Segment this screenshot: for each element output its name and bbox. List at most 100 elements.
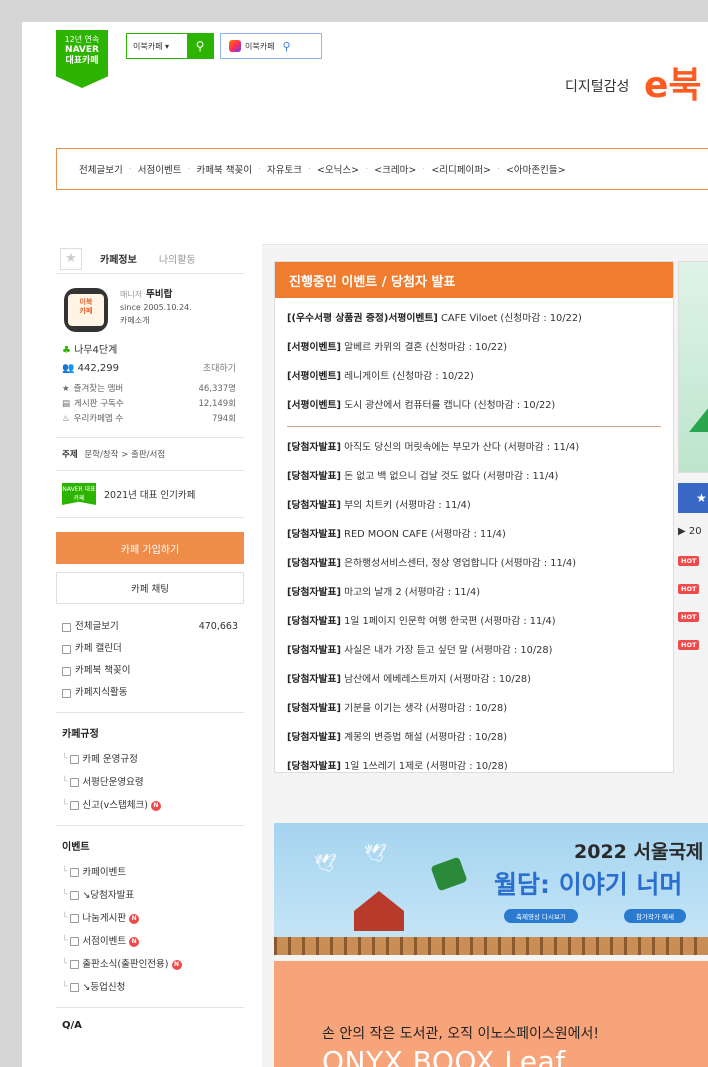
winner-item[interactable]: [당첨자발표] 기분을 이기는 생각 (서평마감 : 10/28) [287, 694, 661, 723]
winner-tag: [당첨자발표] [287, 616, 342, 627]
book-festival-banner[interactable]: 🕊 🕊 2022 서울국제 월담: 이야기 너머 축제영상 다시보기 참가작가 … [274, 823, 708, 955]
board-link[interactable]: └ 신고(v스탭체크) N [62, 794, 238, 817]
board-label: 서점이벤트 [82, 936, 127, 947]
top-menu-item[interactable]: 카페북 책꽂이 [196, 162, 251, 176]
left-sidebar: ★ 카페정보 나의활동 이북 카페 매니저 뚜비랍 since 2005.10.24… [56, 244, 244, 1039]
tab-cafe-info[interactable]: 카페정보 [100, 251, 137, 266]
manager-name[interactable]: 뚜비랍 [146, 289, 172, 300]
board-link[interactable]: └ 출판소식(출판인전용) N [62, 953, 238, 976]
winner-item[interactable]: [당첨자발표] 계몽의 변증법 해설 (서평마감 : 10/28) [287, 723, 661, 752]
top-menu-item[interactable]: 자유토크 [267, 162, 302, 176]
cafe-page: 12년 연속 NAVER 대표카페 이북카페 ▾ ⚲ 이북카페 ⚲ 디지털감성 … [22, 22, 708, 1067]
board-link[interactable]: └ 서평단운영요령 [62, 771, 238, 794]
hot-row[interactable]: HOT [678, 539, 708, 567]
winner-item[interactable]: [당첨자발표] 1일 1페이지 인문학 여행 한국편 (서평마감 : 11/4) [287, 607, 661, 636]
flying-book-icon [430, 856, 468, 892]
stat-label-text: 즐겨찾는 멤버 [73, 384, 124, 394]
right-date: ▶ 20 [678, 526, 702, 537]
popular-cafe-text: 2021년 대표 인기카페 [104, 490, 196, 501]
stat-row: ★ 즐겨찾는 멤버 46,337명 [62, 382, 244, 397]
winner-item[interactable]: [당첨자발표] 1일 1쓰레기 1제로 (서평마감 : 10/28) [287, 752, 661, 781]
winner-title: 마고의 날개 2 (서평마감 : 11/4) [341, 587, 481, 598]
stat-icon: ♨ [62, 414, 70, 424]
board-icon [62, 688, 71, 698]
cafe-logo[interactable]: e북 [644, 66, 702, 106]
event-item[interactable]: [(우수서평 상품권 증정)서평이벤트] CAFE Viloet (신청마감 :… [287, 304, 661, 333]
sidebar-menu-item[interactable]: 카페북 책꽂이 [62, 660, 238, 682]
winner-item[interactable]: [당첨자발표] 마고의 날개 2 (서평마감 : 11/4) [287, 578, 661, 607]
board-link[interactable]: └ 서점이벤트 N [62, 930, 238, 953]
member-count-row: 👥 442,299 초대하기 [56, 360, 244, 382]
winner-item[interactable]: [당첨자발표] 사실은 내가 가장 듣고 싶던 말 (서평마감 : 10/28) [287, 636, 661, 665]
search-icon[interactable]: ⚲ [282, 40, 290, 53]
top-menu-item[interactable]: <리디페이퍼> [431, 162, 491, 176]
members-icon: 👥 [62, 363, 75, 374]
festival-replay-button[interactable]: 축제영상 다시보기 [504, 909, 578, 923]
stat-label-text: 우리카페앱 수 [73, 414, 124, 424]
cafe-search-box[interactable]: 이북카페 ▾ ⚲ [126, 33, 214, 59]
board-link[interactable]: └ 나눔게시판 N [62, 907, 238, 930]
event-item[interactable]: [서평이벤트] 도시 광산에서 컴퓨터를 캡니다 (신청마감 : 10/22) [287, 391, 661, 420]
stat-label: ▤ 게시판 구독수 [62, 397, 124, 412]
top-menu-item[interactable]: <아마존킨들> [506, 162, 566, 176]
winner-item[interactable]: [당첨자발표] 은하행성서비스센터, 정상 영업합니다 (서평마감 : 11/4… [287, 549, 661, 578]
new-badge-icon: N [129, 913, 140, 924]
stat-icon: ★ [62, 384, 70, 394]
avatar-label: 이북 카페 [68, 294, 104, 326]
search-icon[interactable]: ⚲ [187, 34, 213, 58]
hot-badges: HOT HOT HOT HOT [678, 539, 708, 651]
hot-row[interactable]: HOT [678, 623, 708, 651]
winner-item[interactable]: [당첨자발표] 아직도 당신의 머릿속에는 부모가 산다 (서평마감 : 11/… [287, 433, 661, 462]
winner-item[interactable]: [당첨자발표] 남산에서 에베레스트까지 (서평마감 : 10/28) [287, 665, 661, 694]
top-menu-item[interactable]: <크레마> [374, 162, 416, 176]
top-menu-item[interactable]: 전체글보기 [79, 162, 123, 176]
house-illustration [354, 891, 404, 931]
onyx-ad-banner[interactable]: 손 안의 작은 도서관, 오직 이노스페이스원에서! ONYX BOOX Lea… [274, 961, 708, 1067]
right-blue-bar[interactable]: ★ [678, 483, 708, 513]
board-icon [70, 778, 80, 787]
board-link[interactable]: └ ↘등업신청 [62, 976, 238, 999]
invite-link[interactable]: 초대하기 [203, 360, 236, 378]
hot-row[interactable]: HOT [678, 567, 708, 595]
event-item[interactable]: [서평이벤트] 알베르 카뮈의 결혼 (신청마감 : 10/22) [287, 333, 661, 362]
top-menu-item[interactable]: 서점이벤트 [138, 162, 182, 176]
right-banner-image[interactable] [678, 261, 708, 473]
winner-title: 기분을 이기는 생각 (서평마감 : 10/28) [341, 703, 508, 714]
cafe-intro-link[interactable]: 카페소개 [120, 314, 192, 327]
board-icon [70, 755, 80, 764]
winner-item[interactable]: [당첨자발표] 돈 없고 백 없으니 겁날 것도 없다 (서평마감 : 11/4… [287, 462, 661, 491]
hot-badge: HOT [678, 584, 700, 594]
winner-item[interactable]: [당첨자발표] 부의 치트키 (서평마감 : 11/4) [287, 491, 661, 520]
cafe-chat-button[interactable]: 카페 채팅 [56, 572, 244, 604]
onyx-ad-line2: ONYX BOOX Leaf [322, 1045, 566, 1067]
winner-tag: [당첨자발표] [287, 442, 342, 453]
top-menu-item[interactable]: <오닉스> [317, 162, 359, 176]
naver-cafe-badge[interactable]: 12년 연속 NAVER 대표카페 [56, 30, 108, 88]
rules-list: └ 카페 운영규정 └ 서평단운영요령 └ 신고(v스탭체크) N [56, 748, 244, 826]
join-cafe-button[interactable]: 카페 가입하기 [56, 532, 244, 564]
board-link[interactable]: └ ↘당첨자발표 [62, 884, 238, 907]
ebook-search-box[interactable]: 이북카페 ⚲ [220, 33, 322, 59]
search-scope-select[interactable]: 이북카페 ▾ [127, 34, 187, 58]
event-item[interactable]: [서평이벤트] 레니게이트 (신청마감 : 10/22) [287, 362, 661, 391]
board-link[interactable]: └ 카페 운영규정 [62, 748, 238, 771]
members[interactable]: 👥 442,299 [62, 360, 119, 378]
board-icon [70, 891, 80, 900]
winner-title: 남산에서 에베레스트까지 (서평마감 : 10/28) [341, 674, 531, 685]
favorite-star-icon[interactable]: ★ [60, 247, 82, 270]
sidebar-menu-item[interactable]: 카페지식활동 [62, 682, 238, 704]
winner-item[interactable]: [당첨자발표] RED MOON CAFE (서평마감 : 11/4) [287, 520, 661, 549]
board-icon [70, 868, 80, 877]
board-link[interactable]: └ 카페이벤트 [62, 861, 238, 884]
events-menu-list: └ 카페이벤트 └ ↘당첨자발표 └ 나눔게시판 N └ 서점이벤트 N └ 출판소식(출판인전용) N… [56, 861, 244, 1008]
menu-label: 카페 캘린더 [75, 643, 122, 654]
cafe-avatar: 이북 카페 [64, 288, 108, 332]
tab-my-activity[interactable]: 나의활동 [159, 251, 196, 266]
festival-authors-button[interactable]: 참가작가 예세 [624, 909, 686, 923]
stat-row: ▤ 게시판 구독수 12,149회 [62, 397, 244, 412]
manager-label: 매니저 [120, 290, 143, 299]
sidebar-menu-item[interactable]: 전체글보기 470,663 [62, 616, 238, 638]
stat-value: 12,149회 [198, 399, 236, 409]
sidebar-menu-item[interactable]: 카페 캘린더 [62, 638, 238, 660]
hot-row[interactable]: HOT [678, 595, 708, 623]
